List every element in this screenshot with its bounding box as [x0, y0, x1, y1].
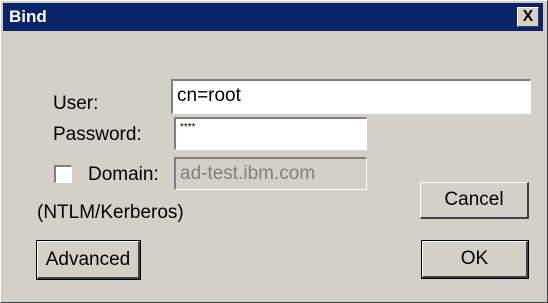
- password-field[interactable]: ****: [174, 117, 367, 150]
- domain-label: Domain:: [88, 164, 159, 185]
- close-icon: X: [522, 8, 534, 25]
- close-button[interactable]: X: [517, 7, 539, 27]
- cancel-button[interactable]: Cancel: [420, 182, 529, 219]
- bind-dialog: Bind X User: cn=root Password: **** Doma…: [0, 0, 548, 303]
- user-label: User:: [53, 93, 99, 114]
- password-label: Password:: [53, 124, 142, 145]
- ok-button[interactable]: OK: [421, 240, 529, 279]
- title-bar: Bind X: [3, 3, 543, 31]
- advanced-button[interactable]: Advanced: [36, 240, 141, 280]
- user-field[interactable]: cn=root: [171, 79, 531, 114]
- domain-field[interactable]: ad-test.ibm.com: [174, 157, 367, 190]
- domain-checkbox[interactable]: [54, 165, 72, 183]
- window-title: Bind: [9, 7, 47, 26]
- domain-note: (NTLM/Kerberos): [37, 202, 184, 223]
